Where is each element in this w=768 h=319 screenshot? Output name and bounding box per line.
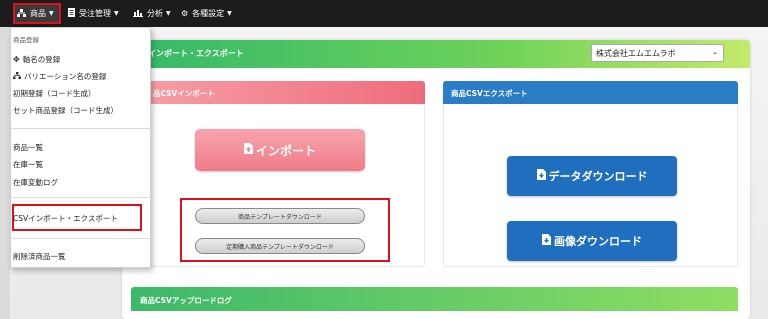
upload-log-card-title: 商品CSVアップロードログ	[140, 296, 232, 305]
dropdown-header: 商品登録	[13, 36, 39, 44]
nav-analysis-label: 分析	[147, 9, 163, 18]
nav-products-label: 商品	[30, 9, 46, 18]
chevron-down-icon: ⌄	[712, 48, 718, 56]
chevron-down-icon: ▼	[166, 10, 171, 17]
menu-item-label: バリエーション名の登録	[24, 72, 107, 81]
nav-orders[interactable]: 受注管理 ▼	[68, 0, 119, 27]
file-download-icon	[542, 234, 551, 248]
file-download-icon	[536, 169, 546, 183]
bar-chart-icon	[133, 9, 143, 19]
sitemap-icon	[17, 8, 26, 19]
image-download-button[interactable]: 画像ダウンロード	[507, 221, 677, 261]
menu-item-stock-log[interactable]: 在庫変動ログ	[13, 177, 58, 188]
import-button[interactable]: インポート	[195, 129, 365, 171]
document-icon	[68, 8, 75, 19]
nav-products[interactable]: 商品 ▼	[17, 0, 54, 27]
chevron-down-icon: ▼	[114, 10, 119, 17]
company-select-value: 株式会社エムエムラボ	[596, 49, 676, 58]
menu-item-label: 軸名の登録	[22, 55, 61, 64]
menu-item-initial-registration[interactable]: 初期登録（コード生成）	[13, 88, 96, 99]
data-download-label: データダウンロード	[548, 170, 648, 183]
menu-item-product-list[interactable]: 商品一覧	[13, 142, 43, 153]
file-upload-icon	[243, 143, 253, 157]
csv-import-card-title: 品CSVインポート	[153, 89, 215, 98]
product-template-download-button[interactable]: 商品テンプレートダウンロード	[195, 208, 365, 224]
chevron-down-icon: ▼	[227, 10, 232, 17]
sitemap-icon	[13, 72, 21, 81]
page-title: インポート・エクスポート	[148, 49, 244, 58]
menu-item-deleted-products[interactable]: 削除済商品一覧	[13, 251, 66, 262]
import-button-label: インポート	[255, 143, 316, 158]
nav-orders-label: 受注管理	[79, 9, 111, 18]
chevron-down-icon: ▼	[49, 10, 54, 17]
menu-item-csv-import-export[interactable]: CSVインポート・エクスポート	[13, 213, 118, 224]
image-download-label: 画像ダウンロード	[554, 235, 642, 248]
nav-settings-label: 各種設定	[192, 9, 225, 18]
upload-log-card-body	[131, 311, 738, 319]
nav-settings[interactable]: ⚙ 各種設定 ▼	[181, 0, 232, 27]
nav-analysis[interactable]: 分析 ▼	[133, 0, 171, 27]
menu-item-axis-name[interactable]: ✥ 軸名の登録	[13, 54, 60, 65]
data-download-button[interactable]: データダウンロード	[507, 156, 677, 196]
subscription-template-download-button[interactable]: 定期購入商品テンプレートダウンロード	[195, 238, 365, 254]
menu-item-set-product-registration[interactable]: セット商品登録（コード生成）	[13, 105, 118, 116]
page-left-gutter	[0, 27, 10, 319]
csv-export-card-title: 商品CSVエクスポート	[451, 89, 528, 98]
menu-item-stock-list[interactable]: 在庫一覧	[13, 159, 43, 170]
dropdown-divider	[10, 128, 151, 129]
dropdown-divider	[10, 197, 151, 198]
gear-icon: ⚙	[181, 9, 189, 18]
company-select[interactable]: 株式会社エムエムラボ ⌄	[591, 44, 724, 62]
dropdown-divider	[10, 238, 151, 239]
arrows-icon: ✥	[13, 55, 20, 64]
menu-item-variation-name[interactable]: バリエーション名の登録	[13, 71, 106, 82]
